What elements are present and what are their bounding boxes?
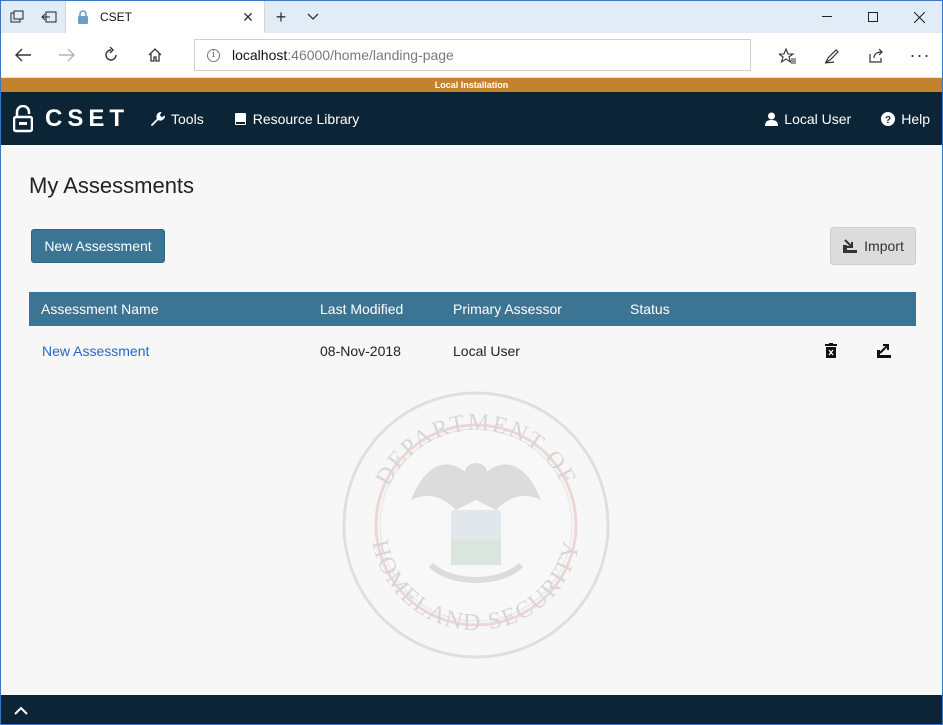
last-modified-cell: 08-Nov-2018	[320, 343, 401, 359]
title-bar: CSET ✕ +	[1, 1, 942, 33]
close-window-icon[interactable]	[896, 1, 942, 33]
app-footer	[1, 695, 942, 724]
pen-icon[interactable]	[810, 36, 854, 76]
tab-close-icon[interactable]: ✕	[240, 9, 256, 25]
menu-help[interactable]: ? Help	[881, 111, 930, 127]
browser-navbar: i localhost:46000/home/landing-page ···	[1, 33, 942, 78]
address-bar[interactable]: i localhost:46000/home/landing-page	[194, 39, 751, 71]
table-row: New Assessment 08-Nov-2018 Local User	[29, 326, 916, 374]
page-title: My Assessments	[29, 173, 195, 198]
menu-resource-library[interactable]: Resource Library	[234, 110, 360, 127]
menu-tools[interactable]: Tools	[151, 111, 204, 127]
menu-tools-label: Tools	[171, 110, 204, 127]
url-path: :46000/home/landing-page	[287, 47, 454, 63]
wrench-icon	[151, 111, 166, 126]
table-header: Assessment Name Last Modified Primary As…	[29, 292, 916, 326]
column-header-status[interactable]: Status	[630, 301, 670, 317]
info-icon[interactable]: i	[207, 48, 220, 62]
favorites-icon[interactable]	[766, 36, 810, 76]
primary-assessor-cell: Local User	[453, 343, 520, 359]
import-icon	[843, 238, 858, 253]
menu-local-user[interactable]: Local User	[765, 111, 851, 127]
column-header-primary-assessor[interactable]: Primary Assessor	[453, 301, 562, 317]
tab-actions-icon[interactable]	[1, 1, 33, 33]
lock-icon	[13, 104, 33, 132]
trash-icon[interactable]	[822, 341, 840, 359]
assessments-table: Assessment Name Last Modified Primary As…	[29, 292, 916, 374]
refresh-icon[interactable]	[89, 35, 133, 75]
svg-text:?: ?	[885, 115, 891, 126]
url-host: localhost	[232, 47, 288, 63]
new-tab-icon[interactable]: +	[265, 1, 297, 33]
column-header-name[interactable]: Assessment Name	[41, 301, 158, 317]
lock-favicon-icon	[78, 10, 88, 24]
question-icon: ?	[881, 111, 896, 126]
menu-help-label: Help	[901, 110, 930, 127]
maximize-icon[interactable]	[850, 1, 896, 33]
back-arrow-icon[interactable]	[1, 35, 45, 75]
export-icon[interactable]	[875, 341, 893, 359]
user-icon	[765, 112, 779, 126]
book-icon	[234, 112, 246, 125]
app-header: CSET Tools Resource Library Local User ?…	[1, 92, 942, 145]
import-button-label: Import	[864, 238, 904, 254]
forward-arrow-icon[interactable]	[45, 35, 89, 75]
dhs-seal-watermark: DEPARTMENT OF HOMELAND SECURITY	[342, 391, 610, 659]
browser-tab[interactable]: CSET ✕	[65, 1, 265, 33]
minimize-icon[interactable]	[804, 1, 850, 33]
menu-resource-library-label: Resource Library	[252, 110, 360, 127]
menu-local-user-label: Local User	[784, 110, 852, 127]
set-aside-tabs-icon[interactable]	[33, 1, 65, 33]
logo-wordmark: CSET	[45, 104, 130, 132]
browser-window: CSET ✕ + i localhost:46000/home/landing…	[0, 0, 943, 725]
share-icon[interactable]	[854, 36, 898, 76]
main-content: DEPARTMENT OF HOMELAND SECURITY My Asses…	[1, 145, 942, 695]
tab-title: CSET	[100, 10, 133, 24]
more-icon[interactable]: ···	[898, 36, 942, 76]
chevron-up-icon[interactable]	[12, 701, 30, 719]
chevron-down-icon[interactable]	[297, 1, 329, 33]
home-icon[interactable]	[133, 35, 177, 75]
assessment-name-link[interactable]: New Assessment	[42, 343, 149, 359]
new-assessment-button[interactable]: New Assessment	[31, 229, 165, 263]
local-installation-banner: Local Installation	[1, 78, 942, 92]
import-button[interactable]: Import	[830, 227, 916, 265]
column-header-last-modified[interactable]: Last Modified	[320, 301, 403, 317]
cset-logo[interactable]: CSET	[13, 104, 130, 133]
